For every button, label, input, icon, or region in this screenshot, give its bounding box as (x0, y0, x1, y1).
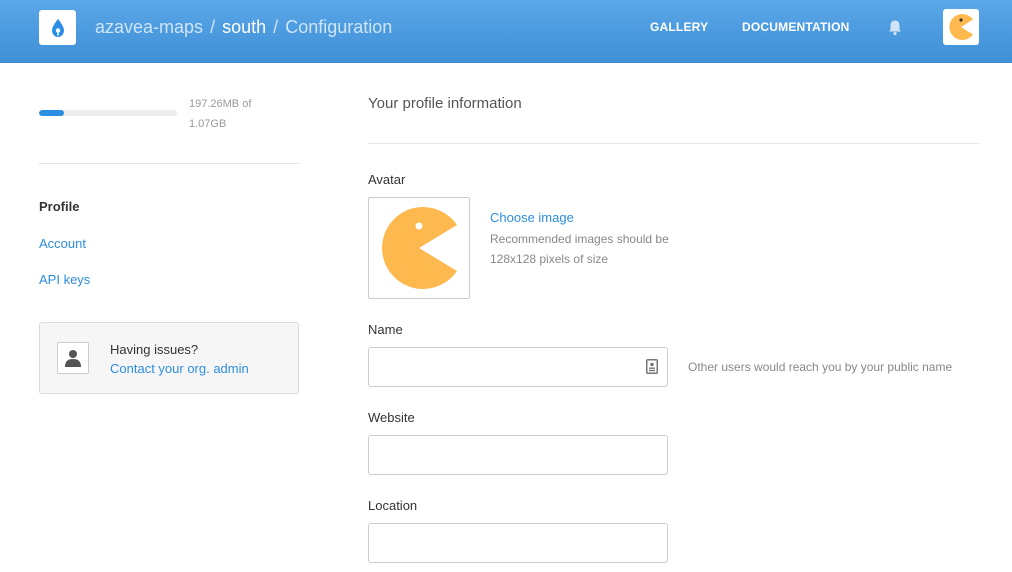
name-hint: Other users would reach you by your publ… (688, 360, 953, 374)
breadcrumb-separator: / (210, 17, 216, 37)
sidebar-divider (39, 163, 299, 164)
avatar-label: Avatar (368, 172, 406, 187)
top-header: azavea-maps / south / Configuration GALL… (0, 0, 1012, 63)
avatar-preview[interactable] (368, 197, 470, 299)
location-input[interactable] (368, 523, 668, 563)
avatar-hint-line: Recommended images should be (490, 232, 669, 246)
breadcrumb: azavea-maps / south / Configuration (95, 17, 392, 38)
nav-gallery-link[interactable]: GALLERY (650, 20, 708, 34)
avatar-hint: Recommended images should be 128x128 pix… (490, 229, 690, 269)
breadcrumb-page: Configuration (285, 17, 393, 37)
name-input[interactable] (368, 347, 668, 387)
sidebar-item-account[interactable]: Account (39, 236, 86, 251)
page-title: Your profile information (368, 95, 522, 112)
location-label: Location (368, 498, 418, 513)
breadcrumb-separator: / (273, 17, 279, 37)
nav-documentation-link[interactable]: DOCUMENTATION (742, 20, 849, 34)
main-divider (368, 143, 979, 144)
choose-image-link[interactable]: Choose image (490, 210, 574, 225)
website-label: Website (368, 410, 415, 425)
contact-card-icon (646, 359, 658, 379)
user-avatar[interactable] (943, 9, 979, 45)
carto-logo-icon[interactable] (39, 10, 76, 45)
help-title: Having issues? (110, 342, 199, 357)
storage-usage-used: 197.26MB of (189, 98, 252, 110)
storage-usage-fill (39, 110, 64, 116)
breadcrumb-user[interactable]: azavea-maps (95, 17, 203, 37)
bell-icon[interactable] (887, 19, 903, 41)
sidebar-item-profile[interactable]: Profile (39, 199, 79, 214)
storage-usage-total: 1.07GB (189, 118, 227, 130)
pacman-avatar-icon (382, 207, 457, 289)
contact-admin-link[interactable]: Contact your org. admin (110, 361, 249, 376)
storage-usage-bar (39, 110, 177, 116)
pacman-avatar-icon (949, 14, 973, 40)
storage-usage-text: 197.26MB of 1.07GB (189, 94, 289, 134)
website-input[interactable] (368, 435, 668, 475)
name-label: Name (368, 322, 403, 337)
avatar-hint-line: 128x128 pixels of size (490, 252, 609, 266)
help-box: Having issues? Contact your org. admin (39, 322, 299, 394)
sidebar-item-api-keys[interactable]: API keys (39, 272, 90, 287)
user-silhouette-icon (57, 342, 89, 374)
breadcrumb-org[interactable]: south (222, 17, 266, 37)
